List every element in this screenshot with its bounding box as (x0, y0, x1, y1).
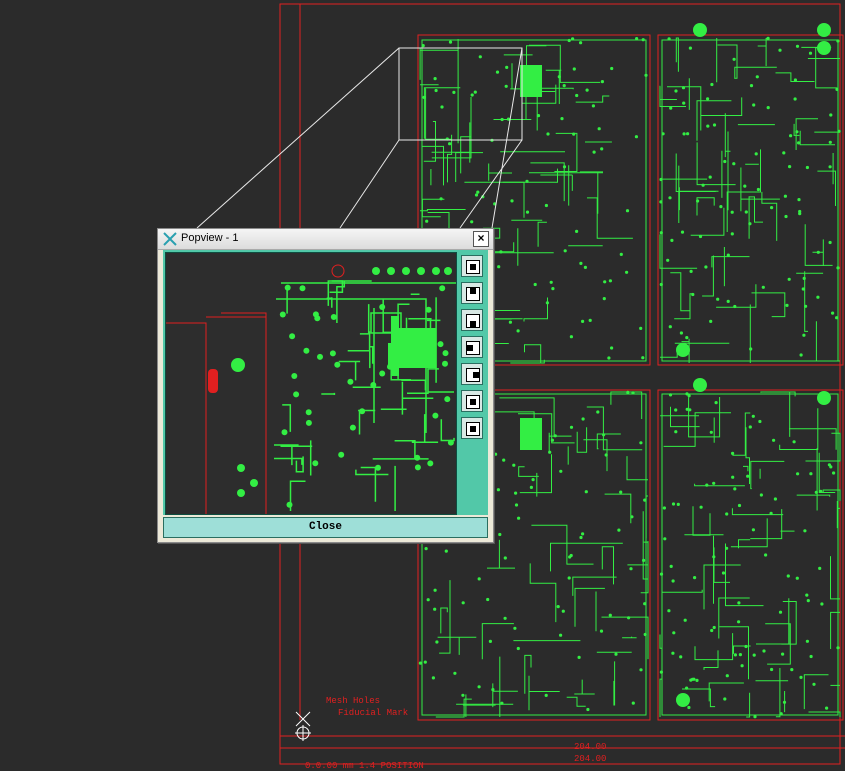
origin-marker-icon (295, 711, 311, 741)
pan-right-icon[interactable] (461, 363, 483, 385)
fit-view-icon[interactable] (461, 255, 483, 277)
pan-left-icon[interactable] (461, 336, 483, 358)
zoom-guide-lines (196, 47, 523, 229)
zoom-out-icon[interactable] (461, 417, 483, 439)
board-note-fiducial: Fiducial Mark (338, 708, 409, 718)
popview-toolbar (459, 252, 486, 513)
pan-down-icon[interactable] (461, 309, 483, 331)
popview-title: Popview - 1 (181, 232, 239, 244)
pan-up-icon[interactable] (461, 282, 483, 304)
popview-zoom-view[interactable] (165, 252, 457, 515)
close-icon[interactable]: × (473, 231, 489, 247)
zoomed-board (166, 264, 456, 514)
zoom-in-icon[interactable] (461, 390, 483, 412)
close-button[interactable]: Close (163, 517, 488, 538)
app-logo-icon (163, 232, 177, 246)
board-note-mesh: Mesh Holes (326, 696, 381, 706)
dimension-label-2: 204.00 (574, 754, 607, 764)
popview-window[interactable]: Popview - 1 × Close (157, 228, 494, 543)
dimension-label: 204.00 (574, 742, 607, 752)
popview-titlebar[interactable]: Popview - 1 × (158, 229, 493, 250)
popview-body (163, 250, 488, 515)
